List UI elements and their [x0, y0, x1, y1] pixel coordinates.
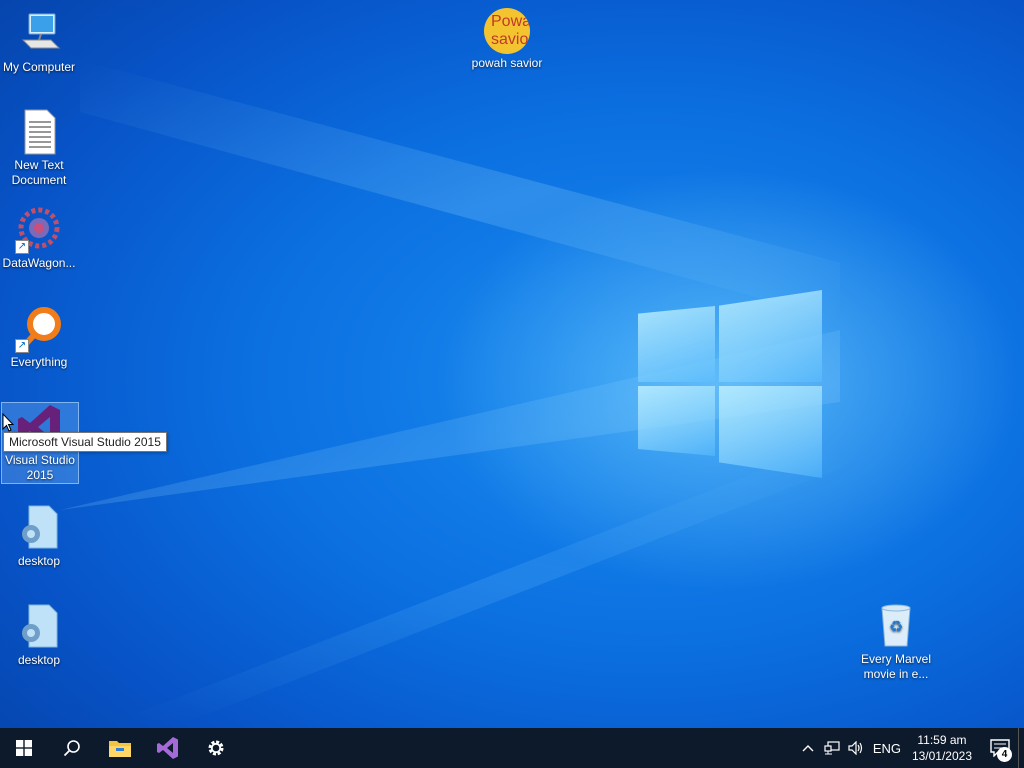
desktop-icon-everything[interactable]: ↗ Everything: [1, 305, 77, 370]
desktop-icon-desktop-ini[interactable]: desktop: [1, 603, 77, 668]
tooltip: Microsoft Visual Studio 2015: [3, 432, 167, 452]
icon-label: desktop: [17, 554, 61, 568]
start-button[interactable]: [0, 728, 48, 768]
notification-count-badge: 4: [997, 747, 1012, 762]
desktop-icon-recycle-bin[interactable]: ♻ Every Marvel movie in e...: [858, 602, 934, 682]
recycle-bin-icon: ♻: [872, 602, 920, 650]
action-center-button[interactable]: 4: [982, 728, 1018, 768]
computer-icon: [15, 10, 63, 58]
datawagon-icon: ↗: [15, 206, 63, 254]
search-button[interactable]: [48, 728, 96, 768]
volume-icon[interactable]: [844, 728, 868, 768]
icon-label: Every Marvel movie in e...: [860, 652, 931, 681]
desktop-icon-desktop-ini[interactable]: desktop: [1, 504, 77, 569]
visual-studio-icon: [157, 737, 178, 759]
config-file-icon: [15, 603, 63, 651]
desktop-icon-new-text-document[interactable]: New Text Document: [1, 108, 77, 188]
icon-label: My Computer: [2, 60, 76, 74]
folder-icon: [109, 741, 131, 757]
clock-time: 11:59 am: [917, 733, 967, 747]
chevron-up-icon[interactable]: [796, 728, 820, 768]
visual-studio-taskbar-button[interactable]: [144, 728, 192, 768]
icon-label: Everything: [10, 355, 68, 369]
settings-button[interactable]: [192, 728, 240, 768]
show-desktop-button[interactable]: [1018, 728, 1024, 768]
clock[interactable]: 11:59 am 13/01/2023: [912, 732, 972, 764]
taskbar: ENG 11:59 am 13/01/2023 4: [0, 728, 1024, 768]
icon-label: Visual Studio 2015: [5, 453, 75, 482]
windows-logo-wallpaper: [636, 288, 824, 482]
icon-label: DataWagon...: [2, 256, 76, 270]
desktop-icon-my-computer[interactable]: My Computer: [1, 10, 77, 75]
gear-icon: [208, 740, 224, 756]
desktop-icon-datawagon[interactable]: ↗ DataWagon...: [1, 206, 77, 271]
icon-label: desktop: [17, 653, 61, 667]
desktop-background[interactable]: My Computer New Text Document ↗ DataWago…: [0, 0, 1024, 728]
language-indicator[interactable]: ENG: [868, 728, 906, 768]
icon-label: New Text Document: [11, 158, 67, 187]
search-icon: [63, 740, 80, 757]
desktop-icon-powah-savior[interactable]: Powah savior powah savior: [469, 8, 545, 71]
network-icon[interactable]: [820, 728, 844, 768]
config-file-icon: [15, 504, 63, 552]
light-beam: [80, 60, 840, 320]
mouse-cursor-icon: [2, 412, 15, 437]
powah-savior-logo-icon: Powah savior: [484, 8, 530, 54]
icon-label: powah savior: [471, 56, 543, 70]
everything-search-icon: ↗: [15, 305, 63, 353]
light-beam: [120, 440, 840, 720]
system-tray: ENG 11:59 am 13/01/2023 4: [796, 728, 1024, 768]
file-explorer-button[interactable]: [96, 728, 144, 768]
windows-start-icon: [16, 740, 32, 756]
svg-text:♻: ♻: [889, 617, 903, 636]
clock-date: 13/01/2023: [911, 749, 972, 763]
shortcut-arrow-icon: ↗: [15, 339, 29, 353]
shortcut-arrow-icon: ↗: [15, 240, 29, 254]
text-document-icon: [15, 108, 63, 156]
